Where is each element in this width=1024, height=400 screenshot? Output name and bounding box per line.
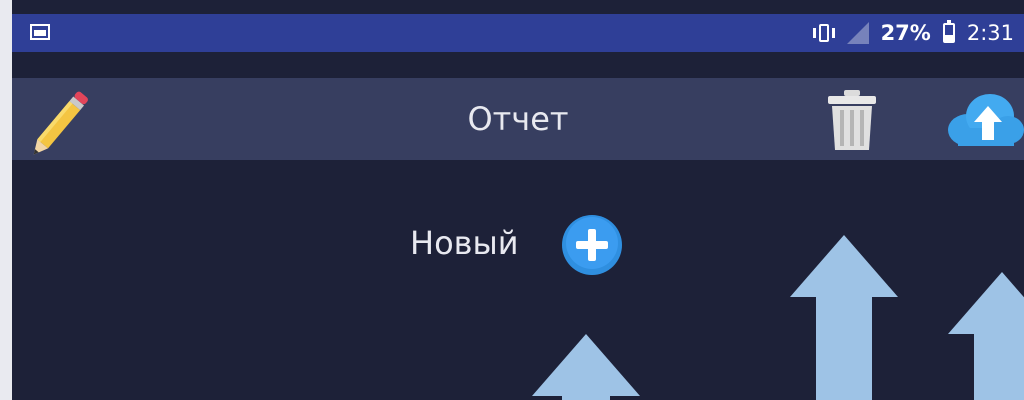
hint-arrow-icon [790, 235, 898, 400]
signal-icon [846, 22, 869, 44]
app-screen: 27% 2:31 Отчет Новый [0, 0, 1024, 400]
image-icon [30, 24, 50, 40]
delete-button[interactable] [824, 88, 880, 152]
new-label: Новый [410, 224, 519, 262]
trash-icon [828, 90, 876, 150]
battery-percent: 27% [880, 21, 931, 45]
hint-arrow-icon [532, 334, 640, 400]
add-button[interactable] [560, 213, 624, 277]
plus-circle-icon [562, 215, 622, 275]
cloud-upload-icon [948, 94, 1024, 146]
upload-button[interactable] [942, 84, 1024, 152]
battery-icon [942, 20, 955, 43]
clock: 2:31 [966, 21, 1014, 45]
toolbar: Отчет [12, 78, 1024, 160]
vibrate-icon [812, 22, 835, 44]
hint-arrow-icon [948, 272, 1024, 400]
screen-edge [0, 0, 12, 400]
status-bar: 27% 2:31 [12, 14, 1024, 52]
edit-button[interactable] [24, 82, 104, 158]
pencil-icon [33, 91, 88, 155]
status-icons: 27% 2:31 [812, 14, 1014, 52]
